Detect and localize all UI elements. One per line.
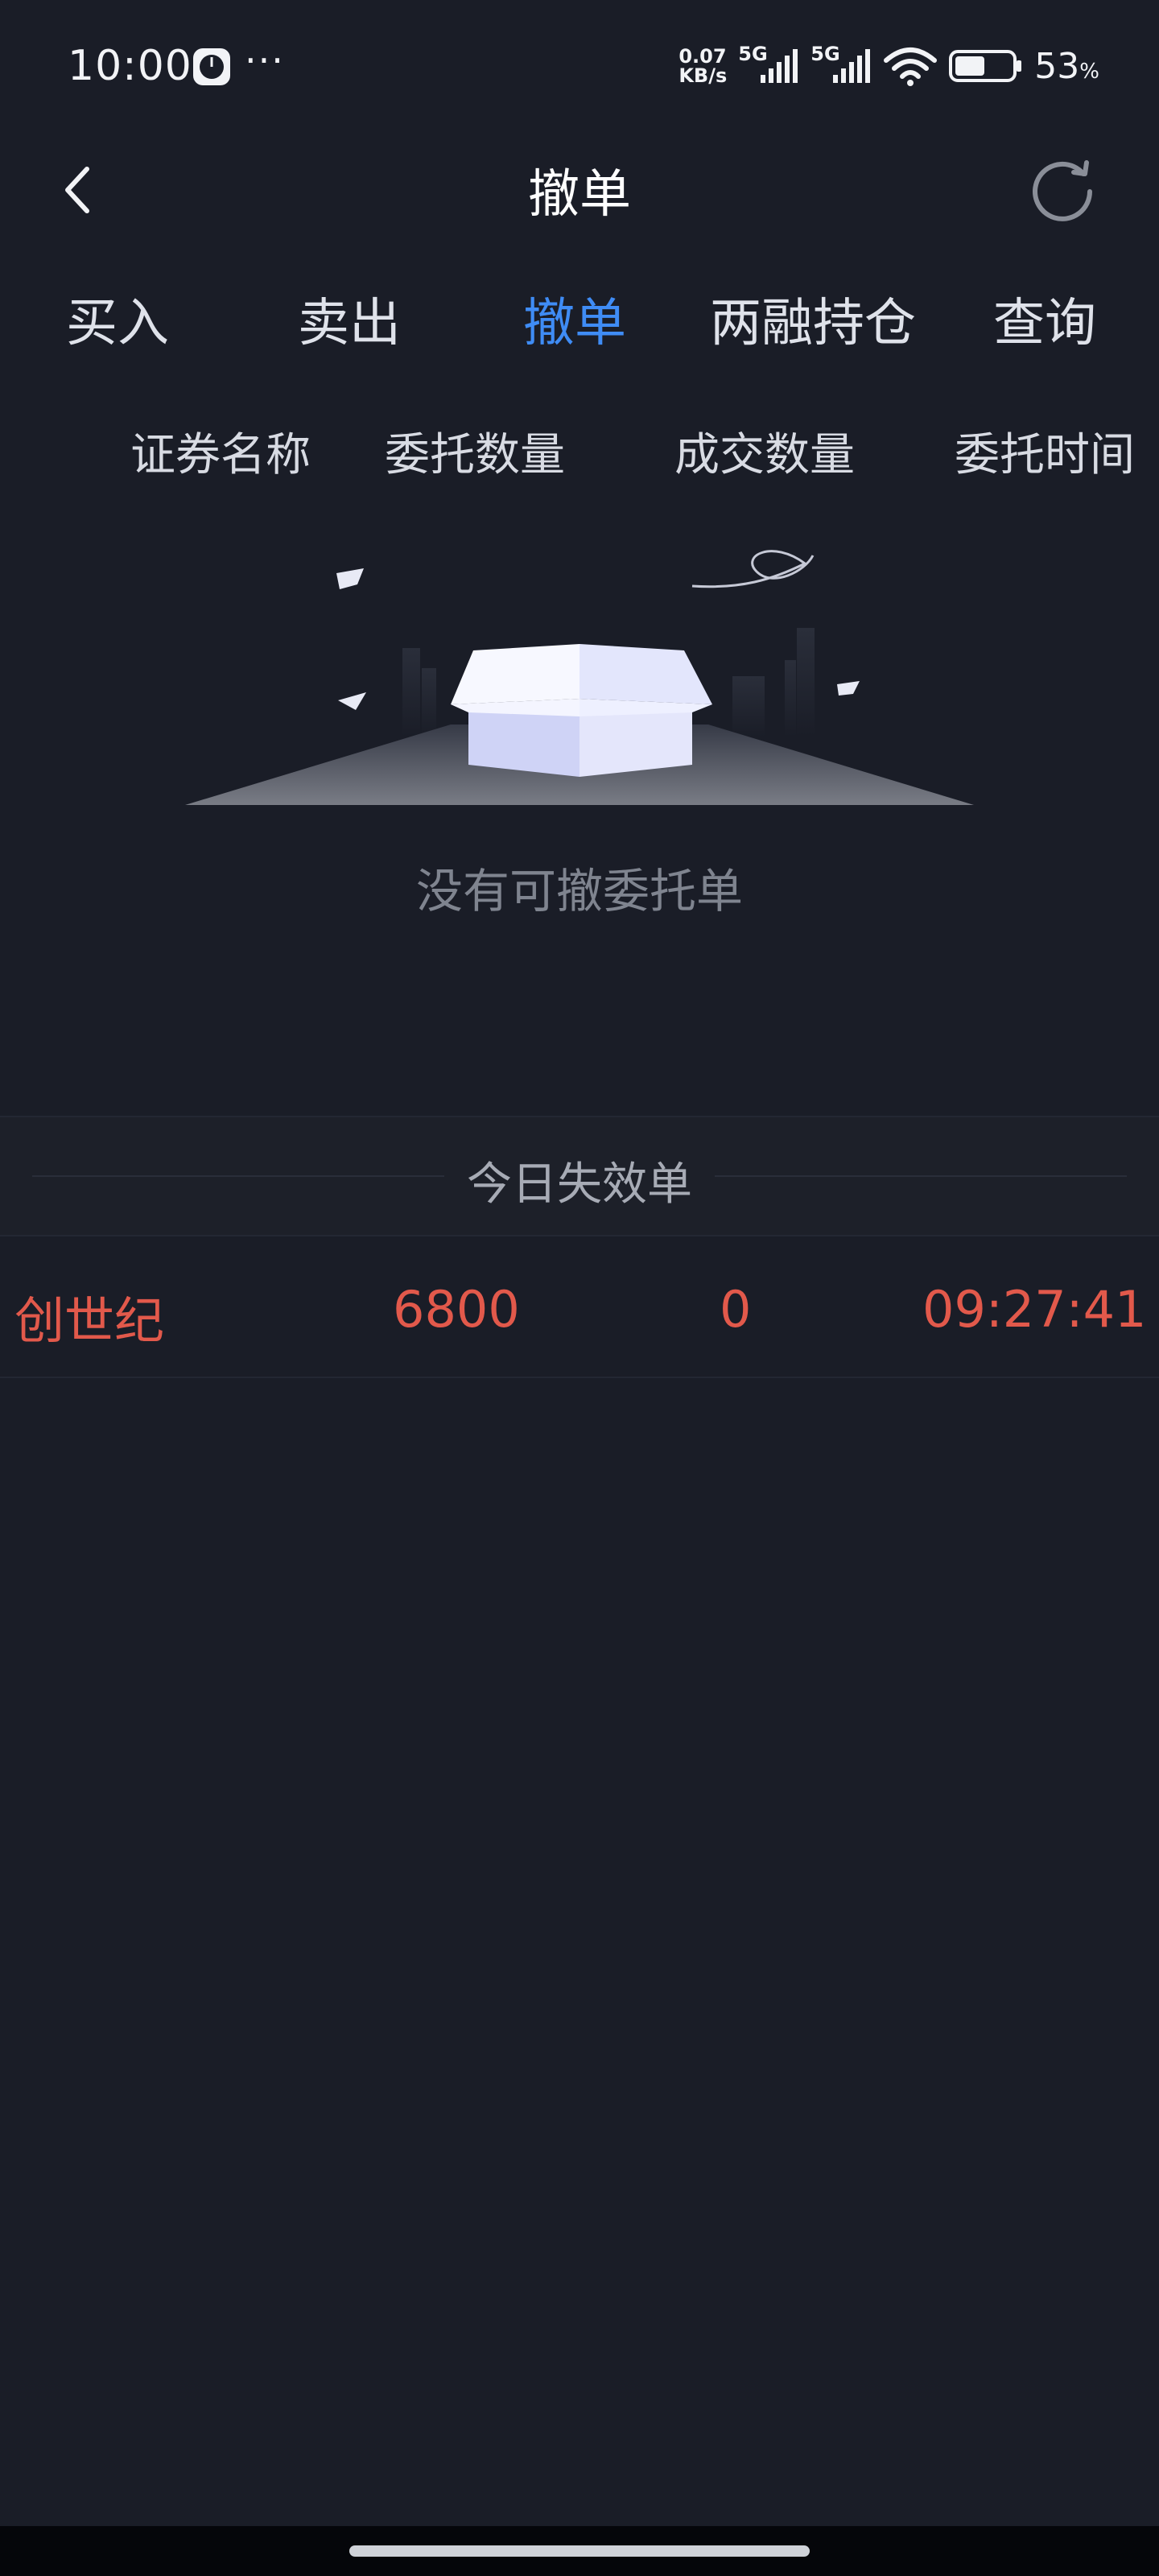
app-notification-icon (193, 48, 230, 85)
column-header-order-time: 委托时间 (955, 429, 1135, 481)
network-type-2: 5G (810, 43, 840, 65)
battery-percent-value: 53 (1034, 45, 1080, 87)
tab-cancel-order[interactable]: 撤单 (523, 282, 626, 356)
page-title: 撤单 (528, 165, 631, 225)
trade-tabs: 买入 卖出 撤单 两融持仓 查询 (0, 282, 1159, 370)
battery-percent: 53% (1034, 46, 1099, 87)
tab-margin-positions[interactable]: 两融持仓 (710, 282, 916, 356)
network-speed-value: 0.07 (678, 45, 727, 68)
home-indicator[interactable] (349, 2545, 810, 2557)
status-indicators: 0.07 KB/s 5G 5G 53% (678, 40, 1099, 92)
gesture-bar (0, 2526, 1159, 2576)
row-order-time: 09:27:41 (922, 1280, 1147, 1339)
row-order-quantity: 6800 (393, 1280, 520, 1339)
column-headers: 证券名称 委托数量 成交数量 委托时间 (0, 419, 1159, 491)
signal-1: 5G (738, 43, 799, 86)
expired-orders-title: 今日失效单 (0, 1148, 1159, 1213)
table-row[interactable]: 创世纪 6800 0 09:27:41 (0, 1235, 1159, 1378)
tab-query[interactable]: 查询 (993, 282, 1096, 356)
battery-percent-unit: % (1079, 59, 1099, 84)
empty-state-message: 没有可撤委托单 (415, 864, 743, 919)
column-header-filled-quantity: 成交数量 (674, 429, 855, 481)
empty-box-illustration (185, 550, 974, 805)
tab-sell[interactable]: 卖出 (298, 282, 401, 356)
navigation-bar: 撤单 (0, 129, 1159, 250)
column-header-order-quantity: 委托数量 (385, 429, 565, 481)
row-security-name: 创世纪 (14, 1291, 165, 1350)
status-time: 10:00 (68, 42, 192, 90)
refresh-icon[interactable] (1024, 150, 1101, 227)
cancel-order-screen: 10:00 ··· 0.07 KB/s 5G 5G 53% 撤单 买入 卖出 撤… (0, 0, 1159, 2576)
more-notifications-icon: ··· (245, 39, 285, 82)
network-speed: 0.07 KB/s (678, 47, 727, 85)
network-speed-unit: KB/s (678, 64, 728, 87)
network-type-1: 5G (738, 43, 768, 65)
status-bar: 10:00 ··· 0.07 KB/s 5G 5G 53% (0, 0, 1159, 129)
battery-icon (949, 50, 1022, 82)
wifi-icon (884, 47, 938, 86)
expired-orders-title-text: 今日失效单 (444, 1158, 715, 1211)
column-header-security-name: 证券名称 (130, 429, 311, 481)
signal-2: 5G (810, 43, 872, 86)
row-filled-quantity: 0 (720, 1280, 752, 1339)
tab-buy[interactable]: 买入 (66, 282, 169, 356)
expired-orders-header: 今日失效单 (0, 1116, 1159, 1236)
